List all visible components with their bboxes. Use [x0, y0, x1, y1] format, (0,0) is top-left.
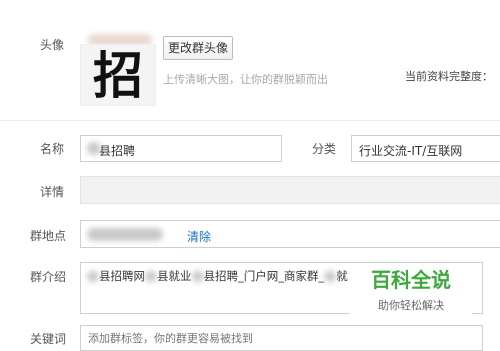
avatar-glyph: 招 — [93, 46, 143, 105]
category-select[interactable]: 行业交流-IT/互联网 — [351, 135, 500, 162]
blurred-intro-2 — [145, 271, 157, 282]
profile-completeness-label: 当前资料完整度： — [405, 70, 493, 83]
category-value: 行业交流-IT/互联网 — [359, 144, 463, 158]
watermark-panel: 百科全说 助你轻松解决 — [350, 263, 472, 319]
blurred-intro-3 — [191, 271, 204, 282]
location-clear-link[interactable]: 清除 — [187, 228, 211, 245]
name-label: 名称 — [40, 142, 65, 156]
section-divider — [0, 120, 500, 121]
intro-seg-4: 就 — [336, 269, 348, 283]
change-avatar-button[interactable]: 更改群头像 — [163, 36, 233, 60]
avatar-upload-hint: 上传清晰大图，让你的群脱颖而出 — [163, 73, 328, 86]
details-field[interactable] — [80, 176, 500, 204]
intro-seg-1: 县招聘网 — [99, 269, 145, 283]
blurred-location — [87, 228, 163, 241]
intro-label: 群介绍 — [30, 270, 67, 284]
details-label: 详情 — [40, 185, 65, 199]
blurred-intro-1 — [87, 271, 99, 282]
category-label: 分类 — [312, 142, 337, 156]
intro-text: 县招聘网 县就业 县招聘_门户网_商家群_ 就 — [87, 268, 348, 284]
name-input[interactable]: 县招聘 — [80, 135, 282, 162]
keywords-label: 关键词 — [30, 332, 67, 346]
intro-seg-2: 县就业 — [157, 269, 192, 283]
blurred-intro-4 — [324, 271, 337, 282]
keywords-input[interactable] — [80, 325, 483, 351]
watermark-title: 百科全说 — [371, 268, 451, 292]
location-field[interactable]: 清除 — [80, 220, 500, 248]
location-label: 群地点 — [30, 229, 67, 243]
avatar-image: 招 — [80, 44, 156, 106]
intro-seg-3: 县招聘_门户网_商家群_ — [203, 269, 325, 283]
name-value: 县招聘 — [99, 144, 136, 158]
watermark-subtitle: 助你轻松解决 — [378, 299, 444, 312]
avatar-label: 头像 — [40, 38, 65, 52]
